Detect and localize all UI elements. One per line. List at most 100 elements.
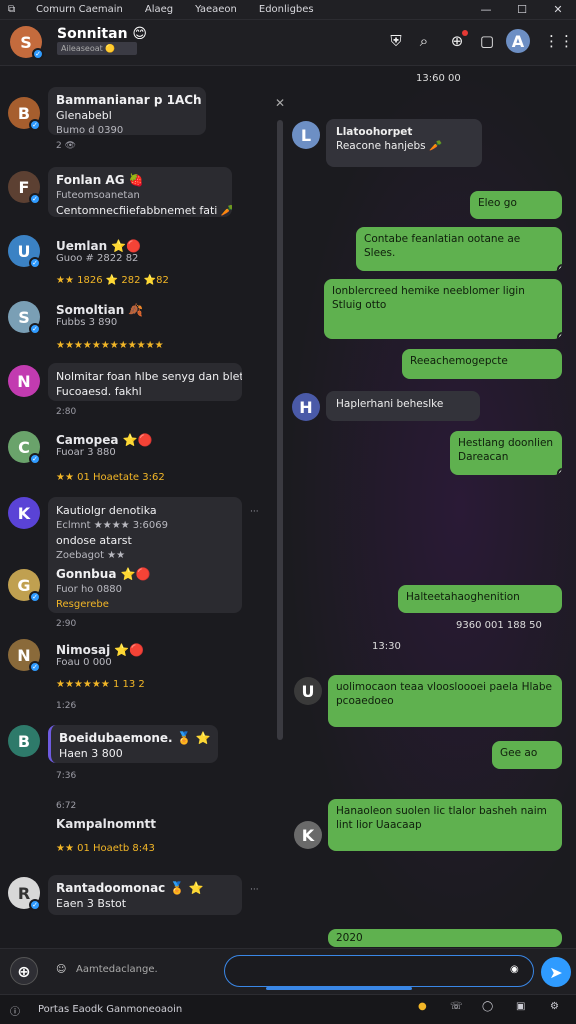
verified-badge-icon: ✓: [29, 591, 41, 603]
phone-icon[interactable]: ☏: [450, 1001, 463, 1012]
list-item-text: ondose atarst: [56, 534, 132, 547]
minimize-button[interactable]: —: [468, 0, 504, 20]
message-text: Eleo go: [478, 197, 517, 209]
list-item[interactable]: Uemlan ⭐🔴 Guoo # 2822 82: [56, 239, 256, 269]
incoming-message[interactable]: Haplerhani beheslke: [326, 391, 480, 421]
upload-progress: [266, 987, 412, 990]
list-item-text: Fuoar 3 880: [56, 447, 116, 458]
status-text: Portas Eaodk Ganmoneoaoin: [38, 1004, 183, 1015]
outgoing-message[interactable]: Eleo go: [470, 191, 562, 219]
verified-badge-icon: ✓: [29, 119, 41, 131]
list-item-text: Zoebagot ★★: [56, 550, 126, 561]
titlebar: ⧉ Comurn Caemain Alaeg Yaeaeon Edonligbe…: [0, 0, 576, 20]
close-button[interactable]: ✕: [540, 0, 576, 20]
chat-icon[interactable]: ◯: [482, 1001, 493, 1012]
avatar[interactable]: B: [8, 725, 40, 757]
info-icon: ⓘ: [10, 1007, 20, 1018]
video-icon[interactable]: ▣: [516, 1001, 525, 1012]
message-text: 2020: [336, 932, 363, 944]
list-item[interactable]: Kampalnomntt ★★ 01 Hoaetb 8:43: [56, 817, 256, 861]
message-text: Hanaoleon suolen lic tlalor basheh naim …: [336, 805, 547, 831]
timestamp: 6:72: [56, 801, 77, 811]
verified-badge-icon: ✓: [29, 193, 41, 205]
camera-icon[interactable]: ◉: [510, 964, 519, 975]
outgoing-message[interactable]: Hestlang doonlien Dareacan: [450, 431, 562, 475]
menu-item[interactable]: Alaeg: [145, 4, 173, 15]
reactions-row[interactable]: 9360 001 188 50: [456, 620, 542, 631]
read-receipt-icon: [557, 332, 562, 339]
list-item-text: Haen 3 800: [59, 747, 123, 760]
maximize-button[interactable]: ☐: [504, 0, 540, 20]
message-text: Gee ao: [500, 747, 538, 759]
verified-badge-icon: ✓: [29, 661, 41, 673]
list-item[interactable]: Fonlan AG 🍓 Futeomsoanetan Centomnecfiie…: [48, 167, 232, 217]
avatar[interactable]: U: [294, 677, 322, 705]
rating-stars: ★★ 01 Hoaetate 3:62: [56, 472, 165, 483]
incoming-message[interactable]: Llatoohorpet Reacone hanjebs 🥕: [326, 119, 482, 167]
message-text: Hestlang doonlien Dareacan: [458, 437, 554, 463]
list-item-name: Nimosaj ⭐🔴: [56, 643, 145, 657]
more-icon[interactable]: ···: [250, 507, 259, 517]
card-icon[interactable]: ▢: [476, 30, 498, 52]
search-icon[interactable]: ⌕: [413, 30, 435, 52]
emoji-icon[interactable]: ☺: [56, 964, 66, 975]
menu-item[interactable]: Comurn Caemain: [36, 4, 123, 15]
list-item-name: Boeidubaemone. 🏅 ⭐: [59, 731, 211, 745]
outgoing-message[interactable]: Contabe feanlatian ootane ae Slees.: [356, 227, 562, 271]
rating-stars: ★★ 1826 ⭐ 282 ⭐82: [56, 275, 169, 286]
grid-icon[interactable]: ⋮⋮: [544, 30, 574, 52]
message-text: Contabe feanlatian ootane ae Slees.: [364, 233, 521, 259]
list-item-meta: Bumo d 0390: [56, 125, 124, 135]
list-item[interactable]: Somoltian 🍂 Fubbs 3 890: [56, 303, 256, 333]
list-item[interactable]: Nimosaj ⭐🔴 Foau 0 000: [56, 643, 256, 673]
list-item-text: Centomnecfiiefabbnemet fati 🥕: [56, 204, 232, 217]
list-item[interactable]: Nolmitar foan hlbe senyg dan blet Fucoae…: [48, 363, 242, 401]
avatar[interactable]: A: [506, 29, 530, 53]
list-item-name: Rantadoomonac 🏅 ⭐: [56, 881, 204, 895]
list-item-name: Bammanianar p 1ACh 🅰🎃: [56, 93, 206, 107]
avatar[interactable]: H: [292, 393, 320, 421]
outgoing-message[interactable]: uolimocaon teaa vloosloooei paela Hlabe …: [328, 675, 562, 727]
list-item[interactable]: Rantadoomonac 🏅 ⭐ Eaen 3 Bstot: [48, 875, 242, 915]
timestamp: 13:30: [372, 641, 401, 652]
verified-badge-icon: ✓: [29, 323, 41, 335]
chat-header: S ✓ Sonnitan 😊 Aileaseoat 🟡 ⛨ ⌕ ⊕ ▢ A ⋮⋮: [0, 20, 576, 66]
outgoing-message[interactable]: Hanaoleon suolen lic tlalor basheh naim …: [328, 799, 562, 851]
app-window: ⧉ Comurn Caemain Alaeg Yaeaeon Edonligbe…: [0, 0, 576, 1024]
outgoing-message[interactable]: Reeachemogepcte: [402, 349, 562, 379]
settings-icon[interactable]: ⚙: [550, 1001, 559, 1012]
list-item[interactable]: Camopea ⭐🔴 Fuoar 3 880: [56, 433, 256, 463]
verified-badge-icon: ✓: [29, 899, 41, 911]
message-input[interactable]: [224, 955, 534, 987]
menu-item[interactable]: Yaeaeon: [195, 4, 237, 15]
avatar[interactable]: N: [8, 365, 40, 397]
close-icon[interactable]: ✕: [275, 96, 285, 110]
outgoing-message[interactable]: Ionblercreed hemike neeblomer ligin Stlu…: [324, 279, 562, 339]
send-button[interactable]: ➤: [541, 957, 571, 987]
outgoing-message[interactable]: Halteetahaoghenition: [398, 585, 562, 613]
status-bar: ⓘ Portas Eaodk Ganmoneoaoin ● ☏ ◯ ▣ ⚙: [0, 994, 576, 1024]
emoji-icon[interactable]: ●: [418, 1001, 427, 1012]
avatar[interactable]: L: [292, 121, 320, 149]
list-item[interactable]: Bammanianar p 1ACh 🅰🎃 Glenabebl Bumo d 0…: [48, 87, 206, 135]
list-item-text: Futeomsoanetan: [56, 190, 140, 201]
list-item-name: Uemlan ⭐🔴: [56, 239, 142, 253]
avatar[interactable]: K: [294, 821, 322, 849]
menu-item[interactable]: Edonligbes: [259, 4, 314, 15]
verified-badge-icon: ✓: [32, 48, 44, 60]
list-item[interactable]: Boeidubaemone. 🏅 ⭐ Haen 3 800: [48, 725, 218, 763]
more-icon[interactable]: ···: [250, 885, 259, 895]
app-icon: ⧉: [8, 4, 16, 15]
avatar[interactable]: K: [8, 497, 40, 529]
message-text: Halteetahaoghenition: [406, 591, 520, 603]
attach-icon[interactable]: ⊕: [10, 957, 38, 985]
notification-icon[interactable]: ⊕: [446, 30, 468, 52]
list-item-name: Fonlan AG 🍓: [56, 173, 144, 187]
list-item-text: Eaen 3 Bstot: [56, 897, 127, 910]
scrollbar[interactable]: [277, 120, 283, 740]
outgoing-message[interactable]: 2020: [328, 929, 562, 947]
list-item[interactable]: Kautiolgr denotika Eclmnt ★★★★ 3:6069 on…: [48, 497, 242, 613]
composer-bar: ⊕ ☺ Aamtedaclange. ◉ ➤: [0, 948, 576, 994]
outgoing-message[interactable]: Gee ao: [492, 741, 562, 769]
shield-icon[interactable]: ⛨: [385, 30, 407, 52]
